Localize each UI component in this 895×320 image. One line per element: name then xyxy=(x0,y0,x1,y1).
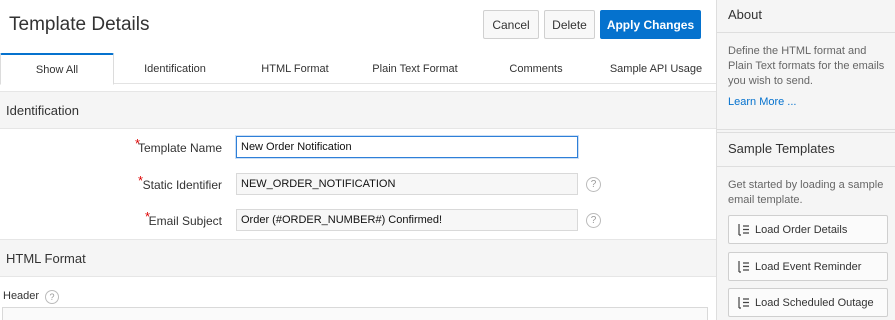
html-format-region-header: HTML Format xyxy=(0,239,716,277)
help-icon[interactable]: ? xyxy=(45,290,59,304)
email-subject-input[interactable] xyxy=(236,209,578,231)
load-scheduled-outage-button[interactable]: Load Scheduled Outage xyxy=(728,288,888,317)
identification-region-header: Identification xyxy=(0,91,716,129)
list-icon xyxy=(738,261,749,273)
main-content: Template Details Cancel Delete Apply Cha… xyxy=(0,0,716,320)
template-name-label: Template Name xyxy=(137,141,222,155)
identification-heading: Identification xyxy=(6,103,79,118)
static-identifier-label: Static Identifier xyxy=(142,178,222,192)
tab-plain-text-format[interactable]: Plain Text Format xyxy=(360,53,470,84)
divider xyxy=(717,32,895,33)
divider xyxy=(717,129,895,133)
sidebar: About Define the HTML format and Plain T… xyxy=(716,0,895,320)
email-subject-label: Email Subject xyxy=(148,214,222,228)
tab-sample-api-usage[interactable]: Sample API Usage xyxy=(600,53,712,84)
tab-identification[interactable]: Identification xyxy=(126,53,224,84)
email-subject-row: * Email Subject ? xyxy=(0,209,716,233)
load-order-details-label: Load Order Details xyxy=(755,223,848,236)
cancel-button[interactable]: Cancel xyxy=(483,10,539,39)
header-editor[interactable] xyxy=(2,307,708,320)
tab-show-all[interactable]: Show All xyxy=(0,53,114,85)
list-icon xyxy=(738,297,749,309)
help-icon[interactable]: ? xyxy=(586,177,601,192)
divider xyxy=(717,166,895,167)
template-name-row: * Template Name xyxy=(0,136,716,160)
delete-button[interactable]: Delete xyxy=(544,10,595,39)
load-scheduled-outage-label: Load Scheduled Outage xyxy=(755,296,874,309)
static-identifier-input[interactable] xyxy=(236,173,578,195)
about-description: Define the HTML format and Plain Text fo… xyxy=(728,45,885,87)
page-header: Template Details Cancel Delete Apply Cha… xyxy=(0,0,716,48)
learn-more-link[interactable]: Learn More ... xyxy=(728,96,796,108)
load-order-details-button[interactable]: Load Order Details xyxy=(728,215,888,244)
load-event-reminder-button[interactable]: Load Event Reminder xyxy=(728,252,888,281)
about-title: About xyxy=(728,7,762,22)
header-field-label: Header xyxy=(3,290,40,302)
list-icon xyxy=(738,224,749,236)
tab-bar: Show All Identification HTML Format Plai… xyxy=(0,53,716,85)
sample-templates-title: Sample Templates xyxy=(728,141,835,156)
apply-changes-button[interactable]: Apply Changes xyxy=(600,10,701,39)
page-title: Template Details xyxy=(9,14,150,35)
html-format-heading: HTML Format xyxy=(6,251,86,266)
help-icon[interactable]: ? xyxy=(586,213,601,228)
static-identifier-row: * Static Identifier ? xyxy=(0,173,716,197)
template-name-input[interactable] xyxy=(236,136,578,158)
tab-html-format[interactable]: HTML Format xyxy=(252,53,338,84)
load-event-reminder-label: Load Event Reminder xyxy=(755,260,862,273)
tab-comments[interactable]: Comments xyxy=(496,53,576,84)
sample-templates-description: Get started by loading a sample email te… xyxy=(728,179,884,206)
